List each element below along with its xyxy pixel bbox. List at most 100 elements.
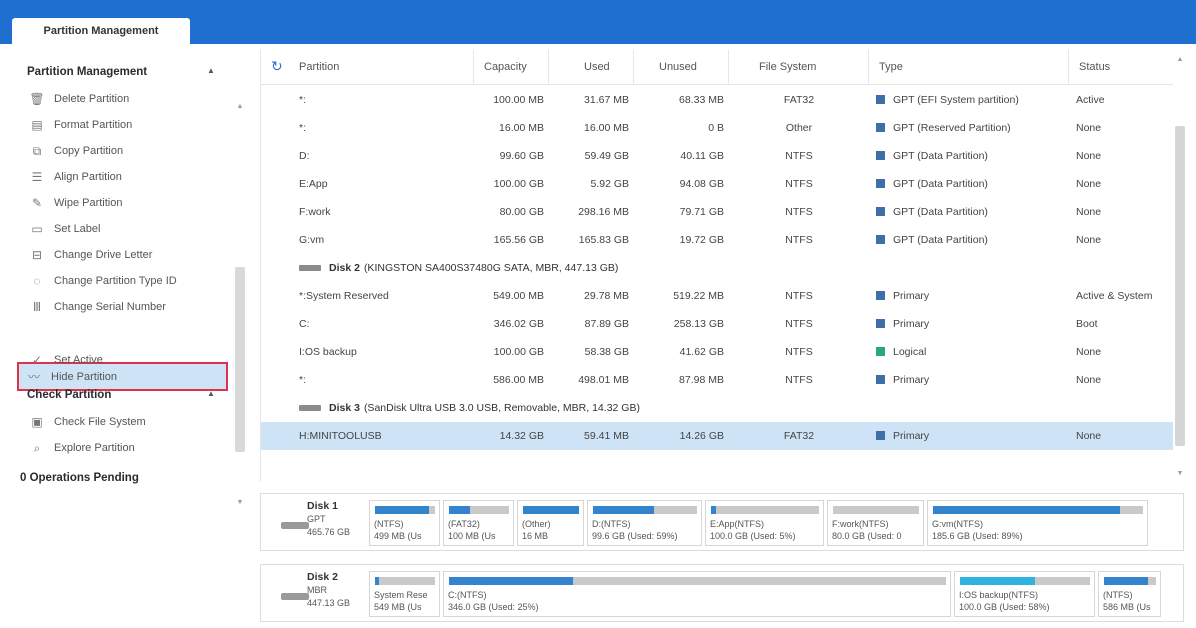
usage-bar: [523, 506, 579, 514]
column-header-capacity[interactable]: Capacity: [474, 50, 549, 84]
id-icon: ◌: [33, 274, 41, 288]
table-row[interactable]: *: 16.00 MB 16.00 MB 0 B Other GPT (Reserved …: [261, 114, 1173, 142]
disk-info[interactable]: Disk 2 MBR 447.13 GB: [271, 571, 366, 617]
cell-capacity: 100.00 MB: [493, 94, 544, 106]
sidebar-item-align-partition[interactable]: ☰ Align Partition: [22, 165, 226, 189]
cell-unused: 258.13 GB: [673, 318, 724, 330]
trash-icon: 🗑: [29, 92, 45, 106]
partition-block[interactable]: I:OS backup(NTFS) 100.0 GB (Used: 58%): [954, 571, 1095, 617]
cell-partition: G:vm: [299, 234, 325, 246]
table-row[interactable]: E:App 100.00 GB 5.92 GB 94.08 GB NTFS GPT (Da…: [261, 170, 1173, 198]
sidebar-item-set-active[interactable]: ✓ Set Active: [22, 348, 226, 372]
sidebar-item-check-file-system[interactable]: ▣ Check File System: [22, 410, 226, 434]
cell-unused: 14.26 GB: [679, 430, 724, 442]
scroll-up-icon[interactable]: ▲: [235, 102, 245, 112]
cell-fs: NTFS: [785, 150, 813, 162]
sidebar-item-change-drive-letter[interactable]: ⊟ Change Drive Letter: [22, 243, 226, 267]
usage-fill: [449, 506, 470, 514]
cell-fs: NTFS: [785, 290, 813, 302]
cell-capacity: 16.00 MB: [499, 122, 544, 134]
column-header-type[interactable]: Type: [869, 50, 1069, 84]
table-row[interactable]: I:OS backup 100.00 GB 58.38 GB 41.62 GB NTFS…: [261, 338, 1173, 366]
partition-block[interactable]: (Other) 16 MB: [517, 500, 584, 546]
sidebar-item-explore-partition[interactable]: ⌕ Explore Partition: [22, 436, 226, 460]
disk-scheme: MBR: [307, 585, 327, 595]
table-row[interactable]: G:vm 165.56 GB 165.83 GB 19.72 GB NTFS GPT (D…: [261, 226, 1173, 254]
column-header-unused[interactable]: Unused: [634, 50, 729, 84]
collapse-caret-icon[interactable]: ▲: [207, 389, 215, 398]
table-row[interactable]: D: 99.60 GB 59.49 GB 40.11 GB NTFS GPT (Data …: [261, 142, 1173, 170]
sidebar-item-change-partition-type-id[interactable]: ◌ Change Partition Type ID: [22, 269, 226, 293]
cell-fs: NTFS: [785, 178, 813, 190]
partition-label: F:work(NTFS): [832, 519, 889, 529]
tab-partition-management[interactable]: Partition Management: [12, 18, 190, 44]
table-row[interactable]: H:MINITOOLUSB 14.32 GB 59.41 MB 14.26 GB FAT…: [261, 422, 1173, 450]
column-header-status[interactable]: Status: [1069, 50, 1173, 84]
partition-usage: 100.0 GB (Used: 58%): [959, 602, 1050, 612]
usage-bar: [593, 506, 697, 514]
scroll-down-icon[interactable]: ▼: [235, 498, 245, 508]
column-header-file-system[interactable]: File System: [729, 50, 869, 84]
cell-status: None: [1076, 234, 1102, 246]
table-scrollbar[interactable]: ▲ ▼: [1173, 50, 1187, 482]
column-header-used[interactable]: Used: [549, 50, 634, 84]
sidebar-item-copy-partition[interactable]: ⧉ Copy Partition: [22, 139, 226, 163]
label-icon: ▭: [31, 222, 43, 236]
partition-block[interactable]: G:vm(NTFS) 185.6 GB (Used: 89%): [927, 500, 1148, 546]
disk-header-row[interactable]: Disk 3 (SanDisk Ultra USB 3.0 USB, Remova…: [261, 394, 1173, 422]
cell-type: GPT (Data Partition): [876, 142, 1066, 170]
scroll-thumb[interactable]: [235, 267, 245, 452]
usage-fill: [933, 506, 1120, 514]
disk-name: Disk 1: [307, 500, 338, 512]
usage-fill: [375, 506, 429, 514]
usage-bar: [449, 577, 946, 585]
partition-usage: 99.6 GB (Used: 59%): [592, 531, 678, 541]
table-row[interactable]: F:work 80.00 GB 298.16 MB 79.71 GB NTFS GPT (…: [261, 198, 1173, 226]
disk-header-row[interactable]: Disk 2 (KINGSTON SA400S37480G SATA, MBR, …: [261, 254, 1173, 282]
partition-block[interactable]: (NTFS) 499 MB (Us: [369, 500, 440, 546]
disk-description: (KINGSTON SA400S37480G SATA, MBR, 447.13…: [363, 262, 619, 274]
sidebar-item-wipe-partition[interactable]: ✎ Wipe Partition: [22, 191, 226, 215]
cell-status: Active & System: [1076, 290, 1153, 302]
partition-block[interactable]: (NTFS) 586 MB (Us: [1098, 571, 1161, 617]
partition-block[interactable]: F:work(NTFS) 80.0 GB (Used: 0: [827, 500, 924, 546]
partition-type-icon: [876, 375, 885, 384]
disk-size: 465.76 GB: [307, 527, 351, 537]
scroll-down-icon[interactable]: ▼: [1175, 470, 1185, 480]
collapse-caret-icon[interactable]: ▲: [207, 66, 215, 75]
table-row[interactable]: *:System Reserved 549.00 MB 29.78 MB 519.22…: [261, 282, 1173, 310]
partition-usage: 549 MB (Us: [374, 602, 422, 612]
sidebar-item-format-partition[interactable]: ▤ Format Partition: [22, 113, 226, 137]
column-header-partition[interactable]: Partition: [289, 50, 474, 84]
partition-usage: 586 MB (Us: [1103, 602, 1151, 612]
cell-status: None: [1076, 374, 1102, 386]
disk-info[interactable]: Disk 1 GPT 465.76 GB: [271, 500, 366, 546]
partition-block[interactable]: C:(NTFS) 346.0 GB (Used: 25%): [443, 571, 951, 617]
sidebar-item-set-label[interactable]: ▭ Set Label: [22, 217, 226, 241]
cell-type: Primary: [876, 310, 1066, 338]
sidebar-item-change-serial-number[interactable]: Ⅲ Change Serial Number: [22, 295, 226, 319]
align-icon: ☰: [31, 170, 43, 184]
partition-block[interactable]: E:App(NTFS) 100.0 GB (Used: 5%): [705, 500, 824, 546]
table-row[interactable]: C: 346.02 GB 87.89 GB 258.13 GB NTFS Primary B…: [261, 310, 1173, 338]
format-icon: ▤: [31, 118, 43, 132]
refresh-icon[interactable]: ↻: [271, 59, 285, 73]
cell-unused: 87.98 MB: [679, 374, 724, 386]
table-row[interactable]: *: 586.00 MB 498.01 MB 87.98 MB NTFS Primary N…: [261, 366, 1173, 394]
search-icon: ⌕: [33, 440, 41, 455]
table-row[interactable]: *: 100.00 MB 31.67 MB 68.33 MB FAT32 GPT (EFI…: [261, 86, 1173, 114]
partition-type-icon: [876, 347, 885, 356]
partition-block[interactable]: (FAT32) 100 MB (Us: [443, 500, 514, 546]
cell-capacity: 346.02 GB: [493, 318, 544, 330]
partition-block[interactable]: D:(NTFS) 99.6 GB (Used: 59%): [587, 500, 702, 546]
cell-status: None: [1076, 430, 1102, 442]
cell-partition: *:System Reserved: [299, 290, 389, 302]
disk-scheme: GPT: [307, 514, 326, 524]
sidebar-item-delete-partition[interactable]: 🗑 Delete Partition: [22, 87, 226, 111]
sidebar-scrollbar[interactable]: ▲ ▼: [234, 102, 246, 507]
partition-block[interactable]: System Rese 549 MB (Us: [369, 571, 440, 617]
cell-capacity: 549.00 MB: [493, 290, 544, 302]
cell-unused: 68.33 MB: [679, 94, 724, 106]
scroll-up-icon[interactable]: ▲: [1175, 56, 1185, 66]
scroll-thumb[interactable]: [1175, 126, 1185, 446]
